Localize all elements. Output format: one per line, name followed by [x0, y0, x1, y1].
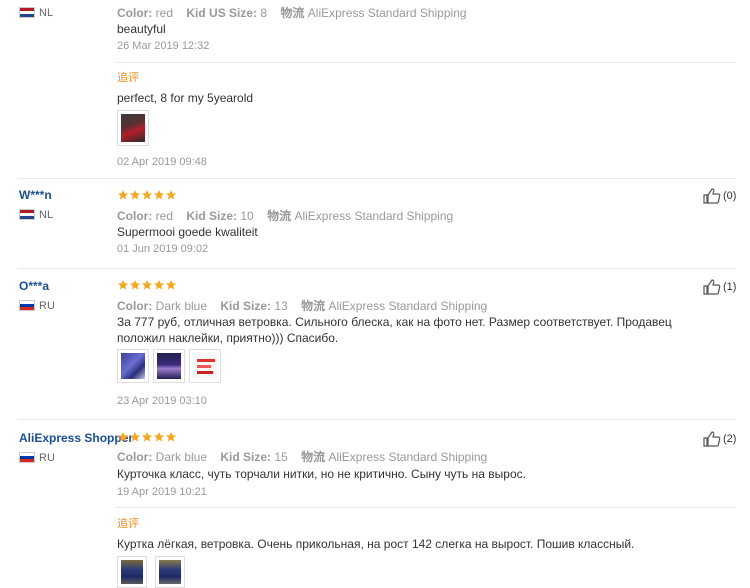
size-label: Kid Size:: [186, 209, 238, 223]
review-divider: [18, 268, 736, 269]
review-date: 01 Jun 2019 09:02: [117, 243, 209, 255]
size-label: Kid US Size:: [186, 6, 258, 20]
helpful-button[interactable]: (1): [703, 279, 736, 295]
size-value: 13: [274, 299, 288, 313]
additional-feedback-text: Куртка лёгкая, ветровка. Очень прикольна…: [117, 537, 635, 551]
helpful-count: (2): [723, 433, 737, 445]
review-text: За 777 руб, отличная ветровка. Сильного …: [117, 315, 672, 345]
review-photo-thumbnail[interactable]: [117, 556, 147, 588]
color-value: red: [155, 6, 174, 20]
review-sku-info: Color: Dark blue Kid Size: 13 物流 AliExpr…: [117, 297, 487, 314]
reviewer-country: RU: [39, 300, 55, 312]
additional-feedback-label: 追评: [117, 518, 139, 530]
star-icon: [130, 190, 140, 200]
thumbs-up-icon: [703, 431, 721, 447]
review-date: 26 Mar 2019 12:32: [117, 40, 210, 52]
star-icon: [166, 280, 176, 290]
star-icon: [166, 432, 176, 442]
review-date: 19 Apr 2019 10:21: [117, 486, 207, 498]
review-sku-info: Color: red Kid US Size: 8 物流 AliExpress …: [117, 4, 467, 21]
star-rating: [117, 189, 177, 204]
star-icon: [166, 190, 176, 200]
star-icon: [142, 432, 152, 442]
color-label: Color:: [117, 299, 153, 313]
review-text: beautyful: [117, 22, 166, 36]
color-value: red: [155, 209, 174, 223]
size-value: 15: [274, 450, 288, 464]
color-label: Color:: [117, 450, 153, 464]
shipping-label: 物流: [301, 450, 326, 464]
review-photo-thumbnail[interactable]: [117, 349, 149, 383]
review-date: 23 Apr 2019 03:10: [117, 395, 207, 407]
review-divider: [18, 178, 736, 179]
star-icon: [154, 432, 164, 442]
divider: [116, 507, 736, 508]
reviewer-name: AliExpress Shopper: [19, 431, 134, 445]
review-photo-thumbnail[interactable]: [117, 110, 149, 146]
color-label: Color:: [117, 209, 153, 223]
size-label: Kid Size:: [220, 450, 272, 464]
thumbs-up-icon: [703, 188, 721, 204]
star-icon: [118, 432, 128, 442]
divider: [116, 62, 736, 63]
star-icon: [130, 432, 140, 442]
reviewer-country: NL: [39, 209, 54, 221]
shipping-label: 物流: [280, 6, 305, 20]
reviewer-name: W***n: [19, 188, 52, 202]
reviewer-name: O***a: [19, 279, 50, 293]
flag-nl-icon: [19, 7, 35, 18]
star-icon: [154, 190, 164, 200]
flag-nl-icon: [19, 209, 35, 220]
size-label: Kid Size:: [220, 299, 272, 313]
shipping-value: AliExpress Standard Shipping: [294, 209, 454, 223]
star-icon: [142, 190, 152, 200]
shipping-value: AliExpress Standard Shipping: [307, 6, 467, 20]
star-icon: [154, 280, 164, 290]
reviewer-country: RU: [39, 452, 55, 464]
additional-feedback-text: perfect, 8 for my 5yearold: [117, 91, 254, 105]
shipping-value: AliExpress Standard Shipping: [328, 450, 488, 464]
review-text: Курточка класс, чуть торчали нитки, но н…: [117, 467, 526, 481]
star-rating: [117, 431, 177, 446]
color-value: Dark blue: [155, 299, 208, 313]
review-photo-thumbnail[interactable]: [189, 349, 221, 383]
review-divider: [18, 419, 736, 420]
review-sku-info: Color: Dark blue Kid Size: 15 物流 AliExpr…: [117, 448, 487, 465]
shipping-label: 物流: [301, 299, 326, 313]
additional-feedback-label: 追评: [117, 72, 139, 84]
review-text: Supermooi goede kwaliteit: [117, 225, 258, 239]
shipping-label: 物流: [267, 209, 292, 223]
star-icon: [130, 280, 140, 290]
color-label: Color:: [117, 6, 153, 20]
reviewer-country: NL: [39, 7, 54, 19]
size-value: 10: [240, 209, 254, 223]
review-sku-info: Color: red Kid Size: 10 物流 AliExpress St…: [117, 207, 453, 224]
review-photo-thumbnail[interactable]: [155, 556, 185, 588]
helpful-count: (0): [723, 190, 737, 202]
color-value: Dark blue: [155, 450, 208, 464]
star-icon: [118, 280, 128, 290]
helpful-button[interactable]: (0): [703, 188, 736, 204]
size-value: 8: [260, 6, 268, 20]
additional-feedback-date: 02 Apr 2019 09:48: [117, 156, 207, 168]
helpful-button[interactable]: (2): [703, 431, 736, 447]
flag-ru-icon: [19, 452, 35, 463]
flag-ru-icon: [19, 300, 35, 311]
star-icon: [142, 280, 152, 290]
review-photo-thumbnail[interactable]: [153, 349, 185, 383]
thumbs-up-icon: [703, 279, 721, 295]
star-rating: [117, 279, 177, 294]
helpful-count: (1): [723, 281, 737, 293]
shipping-value: AliExpress Standard Shipping: [328, 299, 488, 313]
star-icon: [118, 190, 128, 200]
